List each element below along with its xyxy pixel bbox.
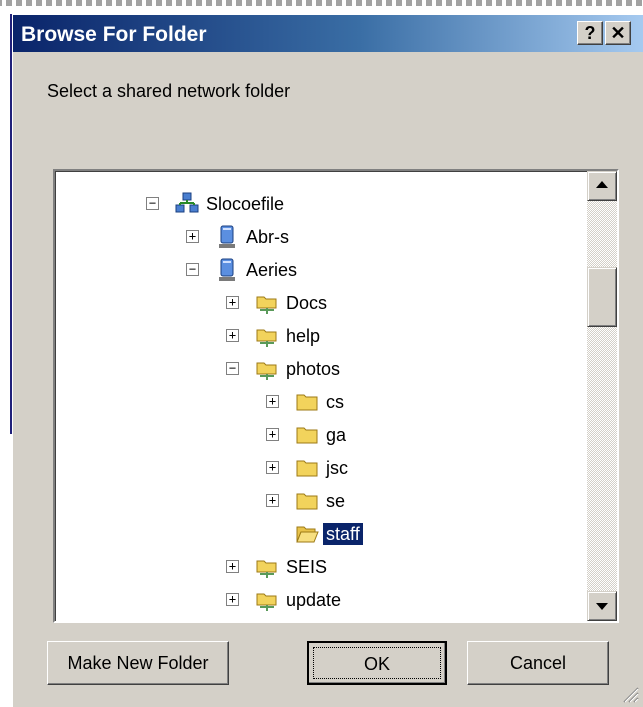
folder-icon — [296, 493, 318, 510]
tree-item-label: staff — [323, 523, 363, 545]
expand-toggle[interactable]: + — [266, 461, 279, 474]
tree-item-label: photos — [286, 359, 341, 379]
expand-toggle[interactable]: + — [266, 395, 279, 408]
vertical-scrollbar[interactable] — [587, 171, 617, 621]
tree-item-label: SEIS — [286, 557, 328, 577]
tree-item[interactable]: + SEIS — [55, 555, 585, 583]
tree-item[interactable]: + help — [55, 324, 585, 352]
arrow-down-icon — [596, 603, 608, 610]
expand-toggle[interactable]: + — [226, 329, 239, 342]
tree-item-label: Docs — [286, 293, 328, 313]
scroll-thumb[interactable] — [587, 267, 617, 327]
shared-folder-icon — [256, 593, 277, 611]
shared-folder-icon — [256, 329, 277, 347]
expand-toggle[interactable]: + — [186, 230, 199, 243]
scroll-down-button[interactable] — [587, 591, 617, 621]
tree-item-label: help — [286, 326, 321, 346]
expand-toggle[interactable]: + — [226, 296, 239, 309]
shared-folder-icon — [256, 296, 277, 314]
scroll-up-button[interactable] — [587, 171, 617, 201]
tree-item[interactable]: + update — [55, 588, 585, 616]
tree-item-label: Abr-s — [246, 227, 290, 247]
tree-item[interactable]: + cs — [55, 390, 585, 418]
browse-for-folder-dialog: Browse For Folder ? ✕ Select a shared ne… — [12, 14, 643, 707]
help-button[interactable]: ? — [577, 21, 603, 45]
tree-item-label: Slocoefile — [206, 194, 285, 214]
tree-item-label: jsc — [326, 458, 348, 478]
cancel-button[interactable]: Cancel — [467, 641, 609, 685]
expand-toggle[interactable]: + — [226, 593, 239, 606]
tree-item[interactable]: + Abr-s — [55, 225, 585, 253]
tree-item[interactable]: − Aeries — [55, 258, 585, 286]
tree-item-label: Aeries — [246, 260, 298, 280]
open-folder-icon — [296, 526, 319, 543]
tree-item[interactable]: − Slocoefile — [55, 192, 585, 220]
expand-toggle[interactable]: + — [226, 560, 239, 573]
tree-item[interactable]: + jsc — [55, 456, 585, 484]
expand-toggle[interactable]: + — [266, 494, 279, 507]
folder-icon — [296, 427, 318, 444]
background-window-edge — [0, 0, 643, 14]
tree-item-label: ga — [326, 425, 347, 445]
resize-grip-icon[interactable] — [621, 685, 639, 703]
folder-tree[interactable]: − Slocoefile + Abr-s − Aeries + Docs + h… — [53, 169, 619, 623]
tree-item-label: cs — [326, 392, 344, 412]
ok-button[interactable]: OK — [307, 641, 447, 685]
tree-item-label: update — [286, 590, 342, 610]
instruction-text: Select a shared network folder — [47, 81, 291, 101]
tree-item[interactable]: + Docs — [55, 291, 585, 319]
shared-folder-icon — [256, 362, 277, 380]
network-computer-icon — [175, 192, 199, 213]
title-bar[interactable]: Browse For Folder ? ✕ — [13, 15, 643, 52]
shared-folder-icon — [256, 560, 277, 578]
folder-icon — [296, 394, 318, 411]
share-drive-icon — [219, 225, 235, 248]
window-title: Browse For Folder — [21, 23, 207, 46]
collapse-toggle[interactable]: − — [226, 362, 239, 375]
arrow-up-icon — [596, 181, 608, 188]
collapse-toggle[interactable]: − — [146, 197, 159, 210]
tree-item[interactable]: + ga — [55, 423, 585, 451]
tree-item-selected[interactable]: staff — [55, 522, 585, 550]
tree-item[interactable]: + se — [55, 489, 585, 517]
make-new-folder-button[interactable]: Make New Folder — [47, 641, 229, 685]
folder-icon — [296, 460, 318, 477]
tree-item-label: se — [326, 491, 346, 511]
collapse-toggle[interactable]: − — [186, 263, 199, 276]
close-button[interactable]: ✕ — [605, 21, 631, 45]
share-drive-icon — [219, 258, 235, 281]
tree-item[interactable]: − photos — [55, 357, 585, 385]
expand-toggle[interactable]: + — [266, 428, 279, 441]
